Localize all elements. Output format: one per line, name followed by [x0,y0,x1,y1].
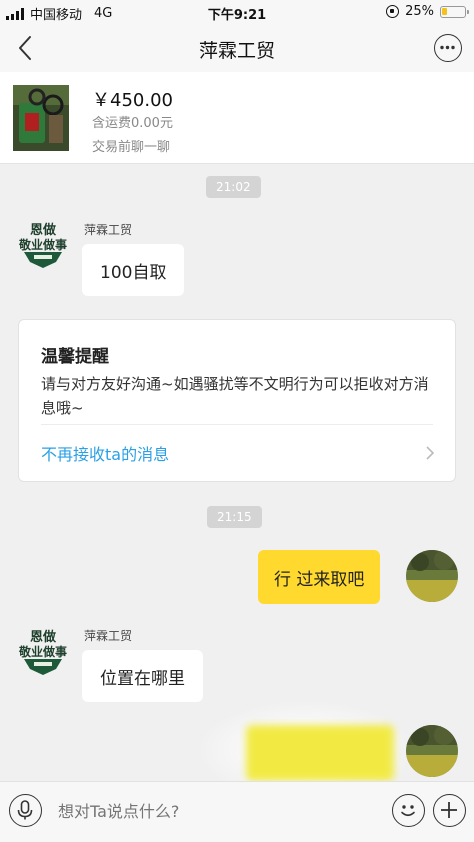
plus-icon[interactable] [433,794,466,827]
timestamp: 21:02 [206,176,261,198]
battery-level [442,7,447,15]
rotation-lock-icon [386,5,400,18]
product-price: ￥450.00 [92,90,173,111]
logo-text-top: 恩做 [30,629,56,645]
logo-text-bottom: 敬业做事 [18,644,67,659]
seller-avatar[interactable]: 恩做 敬业做事 [16,218,70,272]
notice-body: 请与对方友好沟通~如遇骚扰等不文明行为可以拒收对方消息哦~ [41,375,429,417]
more-horizontal-icon[interactable] [434,34,462,62]
microphone-icon[interactable] [9,794,42,827]
battery-icon [440,5,469,18]
product-thumbnail[interactable] [13,85,69,151]
chevron-right-icon[interactable] [425,445,435,461]
page-title: 萍霖工贸 [198,40,275,62]
divider [41,424,433,425]
battery-percent: 25% [405,4,434,19]
incoming-message[interactable]: 位置在哪里 [82,650,203,702]
safety-notice-card: 温馨提醒 请与对方友好沟通~如遇骚扰等不文明行为可以拒收对方消息哦~ 不再接收t… [18,319,456,482]
block-messages-link[interactable]: 不再接收ta的消息 [41,441,169,465]
logo-text-bottom: 敬业做事 [18,237,67,252]
seller-avatar[interactable]: 恩做 敬业做事 [16,625,70,679]
message-input[interactable] [58,796,378,826]
my-avatar[interactable] [406,725,458,777]
notice-title: 温馨提醒 [41,347,109,367]
sender-name: 萍霖工贸 [84,629,133,643]
sender-name: 萍霖工贸 [84,223,133,237]
logo-text-top: 恩做 [30,222,56,238]
product-shipping: 含运费0.00元 [92,116,173,131]
my-avatar[interactable] [406,550,458,602]
product-header[interactable]: ￥450.00 含运费0.00元 交易前聊一聊 [0,72,474,164]
incoming-message[interactable]: 100自取 [82,244,185,296]
outgoing-message[interactable]: 行 过来取吧 [258,550,381,604]
outgoing-message-blurred[interactable] [246,725,394,781]
status-right: 25% [386,4,469,19]
smile-icon[interactable] [392,794,425,827]
product-hint: 交易前聊一聊 [92,140,171,155]
status-bar: 中国移动 4G 下午9:21 25% [0,0,474,24]
timestamp: 21:15 [207,506,262,528]
nav-bar: 萍霖工贸 [0,24,474,72]
input-bar [0,781,474,842]
